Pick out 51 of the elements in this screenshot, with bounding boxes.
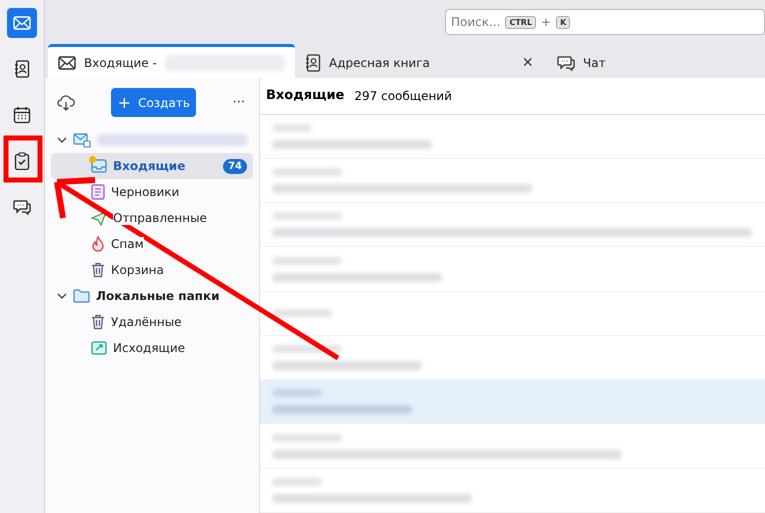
message-row[interactable] — [260, 380, 765, 424]
clipboard-check-icon — [14, 152, 30, 170]
close-button[interactable]: × — [518, 52, 537, 73]
folder-item[interactable]: Спам — [51, 231, 253, 257]
search-field[interactable]: Поиск... CTRL + K — [445, 9, 765, 35]
message-row[interactable] — [260, 468, 765, 513]
message-row[interactable] — [260, 292, 765, 336]
tab[interactable]: Чат — [547, 44, 637, 78]
envelope-icon — [58, 54, 76, 70]
envelope-icon — [13, 15, 31, 31]
folder-title: Входящие — [266, 88, 344, 104]
folder-name: Локальные папки — [96, 289, 220, 303]
folder-icon — [73, 289, 90, 303]
chevron-icon[interactable] — [57, 135, 67, 145]
folder-item[interactable]: Корзина — [51, 257, 253, 283]
annotation-frame — [4, 136, 42, 182]
chevron-icon[interactable] — [57, 291, 67, 301]
folder-item[interactable]: Исходящие — [51, 335, 253, 361]
mail-account-icon — [73, 132, 91, 148]
tab-label: Адресная книга — [329, 56, 430, 70]
inbox-tray-icon — [91, 158, 107, 174]
calendar-icon — [13, 106, 31, 124]
message-count: 297 сообщений — [354, 88, 452, 103]
mail-space-button[interactable] — [7, 8, 37, 38]
keyboard-key: K — [556, 16, 570, 28]
chat-bubbles-icon — [13, 198, 31, 216]
paper-plane-icon — [91, 210, 107, 226]
folder-item[interactable]: Отправленные — [51, 205, 253, 231]
address-book-icon — [305, 54, 321, 72]
message-row[interactable] — [260, 114, 765, 159]
keyboard-key: CTRL — [505, 16, 536, 28]
tab[interactable]: Адресная книга × — [295, 44, 547, 78]
flame-icon — [91, 236, 105, 252]
search-placeholder: Поиск... — [451, 15, 500, 29]
tab[interactable]: Входящие - — [48, 44, 295, 78]
outbox-tray-icon — [91, 340, 107, 356]
unread-count: 74 — [223, 158, 247, 174]
folder-item[interactable]: Входящие 74 — [51, 153, 253, 179]
tab-label: Чат — [583, 56, 606, 70]
address-book-icon — [14, 60, 30, 78]
plus-sign: + — [541, 15, 552, 29]
more-button[interactable]: ··· — [232, 95, 245, 110]
tab-label: Входящие - — [84, 56, 157, 70]
chat-bubbles-icon — [557, 54, 575, 72]
document-icon — [91, 184, 105, 200]
trash-icon — [91, 262, 105, 278]
new-message-button[interactable]: + Создать — [111, 88, 196, 117]
folder-item[interactable]: Черновики — [51, 179, 253, 205]
folder-item[interactable]: Удалённые — [51, 309, 253, 335]
cloud-download-icon[interactable] — [57, 94, 75, 110]
trash-icon — [91, 314, 105, 330]
